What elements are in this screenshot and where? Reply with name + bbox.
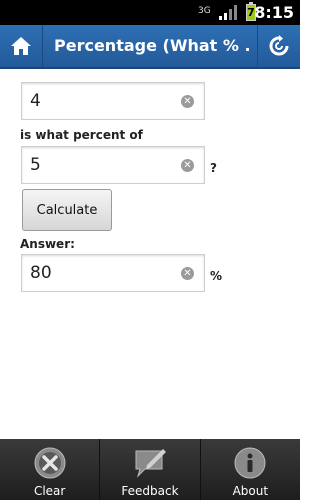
calculator-form: 4 ✕ is what percent of 5 ✕ ? Calculate A…	[0, 69, 300, 439]
about-button[interactable]: About	[201, 439, 300, 500]
feedback-button[interactable]: Feedback	[100, 439, 201, 500]
answer-label: Answer:	[20, 237, 75, 251]
info-icon	[234, 447, 266, 479]
network-type: 3G	[198, 6, 211, 16]
clear-label: Clear	[33, 484, 66, 498]
refresh-icon	[269, 35, 289, 56]
answer-value-text: 80	[30, 263, 52, 283]
home-button[interactable]	[0, 25, 43, 67]
middle-label: is what percent of	[20, 128, 143, 142]
clear-icon	[34, 447, 66, 479]
feedback-icon	[135, 449, 166, 478]
calculate-button[interactable]: Calculate	[22, 189, 112, 231]
home-icon	[11, 37, 31, 55]
second-value-input[interactable]: 5 ✕	[21, 146, 205, 184]
refresh-button[interactable]	[257, 25, 300, 67]
clock: 8:15	[254, 3, 294, 22]
signal-icon	[219, 5, 237, 20]
about-label: About	[232, 484, 269, 498]
first-value-text: 4	[30, 91, 41, 111]
page-title: Percentage (What % ...	[54, 36, 250, 55]
clear-second-icon[interactable]: ✕	[181, 159, 194, 172]
clear-answer-icon[interactable]: ✕	[181, 267, 194, 280]
second-value-text: 5	[30, 155, 41, 175]
first-value-input[interactable]: 4 ✕	[21, 82, 205, 120]
percent-sign: %	[210, 269, 223, 283]
bottom-toolbar: Clear Feedback About	[0, 439, 300, 500]
clear-first-icon[interactable]: ✕	[181, 95, 194, 108]
status-bar: 3G 7 8:15	[0, 0, 300, 25]
question-mark: ?	[210, 161, 217, 175]
app-bar: Percentage (What % ...	[0, 25, 300, 69]
answer-field[interactable]: 80 ✕	[21, 254, 205, 292]
clear-button[interactable]: Clear	[0, 439, 101, 500]
feedback-label: Feedback	[121, 484, 179, 498]
